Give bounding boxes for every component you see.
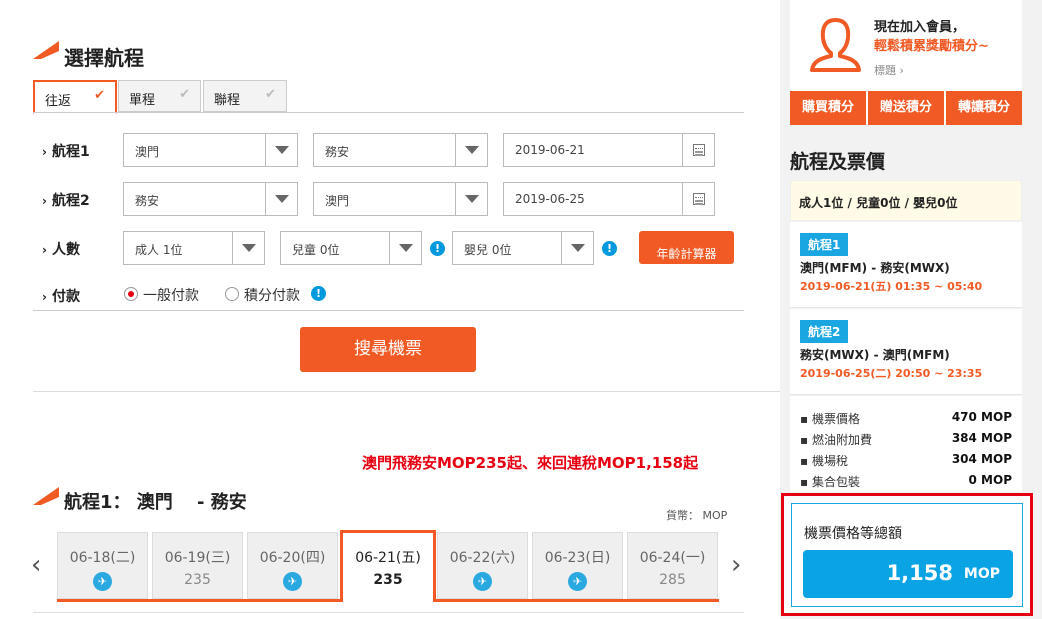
tab-label: 往返 xyxy=(45,94,72,109)
date-strip-underline xyxy=(436,599,719,602)
divider xyxy=(33,310,744,311)
normal-payment-radio[interactable] xyxy=(124,287,138,301)
leg1-destination-select[interactable]: 務安 xyxy=(313,133,488,167)
plane-icon: ✈ xyxy=(473,572,492,591)
date-cell-0624[interactable]: 06-24(一) 285 xyxy=(627,532,718,599)
search-button[interactable]: 搜尋機票 xyxy=(300,327,476,372)
chevron-down-icon[interactable] xyxy=(455,183,487,215)
divider xyxy=(33,612,744,613)
calendar-icon[interactable] xyxy=(682,183,714,215)
date-strip-underline xyxy=(57,599,340,602)
date-cell-0618[interactable]: 06-18(二) ✈ xyxy=(57,532,148,599)
age-calculator-button[interactable]: 年齡計算器 xyxy=(639,231,734,264)
leg1-label: › 航程1 xyxy=(42,144,90,160)
tab-multi-city[interactable]: 聯程 ✔ xyxy=(203,80,287,112)
total-amount: 1,158 xyxy=(886,561,953,585)
chevron-down-icon[interactable] xyxy=(561,232,593,264)
chevron-down-icon[interactable] xyxy=(232,232,264,264)
price-row-bundle: ▪ 集合包裝 0 MOP xyxy=(800,473,1012,489)
leg2-destination-select[interactable]: 澳門 xyxy=(313,182,488,216)
leg2-time: 2019-06-25(二) 20:50 ~ 23:35 xyxy=(800,367,983,380)
chevron-down-icon[interactable] xyxy=(265,183,297,215)
user-icon xyxy=(810,18,861,72)
currency-indicator: 貨幣： MOP xyxy=(666,509,728,522)
results-title: 航程1： 澳門 - 務安 xyxy=(64,492,247,513)
leg2-date-input[interactable]: 2019-06-25 xyxy=(503,182,715,216)
pax-summary-text: 成人1位 / 兒童0位 / 嬰兒0位 xyxy=(799,196,958,210)
promo-text: 澳門飛務安MOP235起、來回連稅MOP1,158起 xyxy=(362,454,699,472)
points-payment-label: 積分付款 xyxy=(244,288,300,304)
total-currency: MOP xyxy=(963,566,1000,582)
check-icon: ✔ xyxy=(94,88,105,103)
chevron-down-icon[interactable] xyxy=(389,232,421,264)
date-cell-0623[interactable]: 06-23(日) ✈ xyxy=(532,532,623,599)
tab-round-trip[interactable]: 往返 ✔ xyxy=(33,80,117,114)
buy-points-tab[interactable]: 購買積分 xyxy=(790,91,866,125)
member-line2: 輕鬆積累獎勵積分~ xyxy=(874,39,989,54)
total-amount-box: 1,158 MOP xyxy=(803,550,1013,598)
leg1-time: 2019-06-21(五) 01:35 ~ 05:40 xyxy=(800,280,983,293)
total-highlight: 機票價格等總額 1,158 MOP xyxy=(781,493,1033,616)
date-cell-0621-selected[interactable]: 06-21(五) 235 xyxy=(340,530,436,602)
adult-select[interactable]: 成人 1位 xyxy=(123,231,265,265)
plane-icon: ✈ xyxy=(93,572,112,591)
info-icon[interactable]: ! xyxy=(430,241,445,256)
summary-title: 航程及票價 xyxy=(790,151,886,173)
leg1-origin-select[interactable]: 澳門 xyxy=(123,133,298,167)
divider xyxy=(33,391,780,392)
section-flag-icon xyxy=(33,41,59,59)
flight-search-panel: 選擇航程 往返 ✔ 單程 ✔ 聯程 ✔ › 航程1 澳門 務安 2019-06-2… xyxy=(0,0,780,619)
date-cell-0619[interactable]: 06-19(三) 235 xyxy=(152,532,243,599)
points-payment-radio[interactable] xyxy=(225,287,239,301)
pax-summary: 成人1位 / 兒童0位 / 嬰兒0位 xyxy=(790,180,1022,221)
tab-divider xyxy=(33,112,744,113)
date-cell-0622[interactable]: 06-22(六) ✈ xyxy=(437,532,528,599)
next-dates-icon[interactable]: › xyxy=(731,550,741,580)
leg2-route: 務安(MWX) - 澳門(MFM) xyxy=(800,348,950,362)
payment-label: › 付款 xyxy=(42,289,80,305)
check-icon: ✔ xyxy=(265,87,276,102)
chevron-down-icon[interactable] xyxy=(265,134,297,166)
infant-select[interactable]: 嬰兒 0位 xyxy=(452,231,594,265)
page-title: 選擇航程 xyxy=(64,46,144,70)
calendar-icon[interactable] xyxy=(682,134,714,166)
tab-label: 單程 xyxy=(129,93,156,108)
child-select[interactable]: 兒童 0位 xyxy=(280,231,422,265)
leg2-origin-select[interactable]: 務安 xyxy=(123,182,298,216)
price-row-tax: ▪ 機場稅 304 MOP xyxy=(800,452,1012,468)
plane-icon: ✈ xyxy=(568,572,587,591)
check-icon: ✔ xyxy=(179,87,190,102)
leg1-date-input[interactable]: 2019-06-21 xyxy=(503,133,715,167)
gift-points-tab[interactable]: 贈送積分 xyxy=(868,91,944,125)
total-box: 機票價格等總額 1,158 MOP xyxy=(791,503,1023,607)
leg1-route: 澳門(MFM) - 務安(MWX) xyxy=(800,261,950,275)
flight-summary-2: 航程2 務安(MWX) - 澳門(MFM) 2019-06-25(二) 20:5… xyxy=(790,309,1022,395)
tab-one-way[interactable]: 單程 ✔ xyxy=(118,80,201,112)
info-icon[interactable]: ! xyxy=(602,241,617,256)
plane-icon: ✈ xyxy=(283,572,302,591)
member-line1: 現在加入會員， xyxy=(874,20,966,35)
normal-payment-label: 一般付款 xyxy=(143,288,199,304)
chevron-down-icon[interactable] xyxy=(455,134,487,166)
transfer-points-tab[interactable]: 轉讓積分 xyxy=(946,91,1022,125)
tab-label: 聯程 xyxy=(214,93,241,108)
section-flag-icon xyxy=(33,487,59,505)
price-row-fare: ▪ 機票價格 470 MOP xyxy=(800,410,1012,426)
member-more-link[interactable]: 標題 › xyxy=(874,62,904,78)
pax-label: › 人數 xyxy=(42,242,80,258)
price-row-fuel: ▪ 燃油附加費 384 MOP xyxy=(800,431,1012,447)
leg2-label: › 航程2 xyxy=(42,193,90,209)
flight-summary-1: 航程1 澳門(MFM) - 務安(MWX) 2019-06-21(五) 01:3… xyxy=(790,222,1022,308)
leg1-badge: 航程1 xyxy=(800,233,849,256)
total-label: 機票價格等總額 xyxy=(804,526,902,542)
leg2-badge: 航程2 xyxy=(800,320,849,343)
prev-dates-icon[interactable]: ‹ xyxy=(31,550,41,580)
date-cell-0620[interactable]: 06-20(四) ✈ xyxy=(247,532,338,599)
info-icon[interactable]: ! xyxy=(311,286,326,301)
